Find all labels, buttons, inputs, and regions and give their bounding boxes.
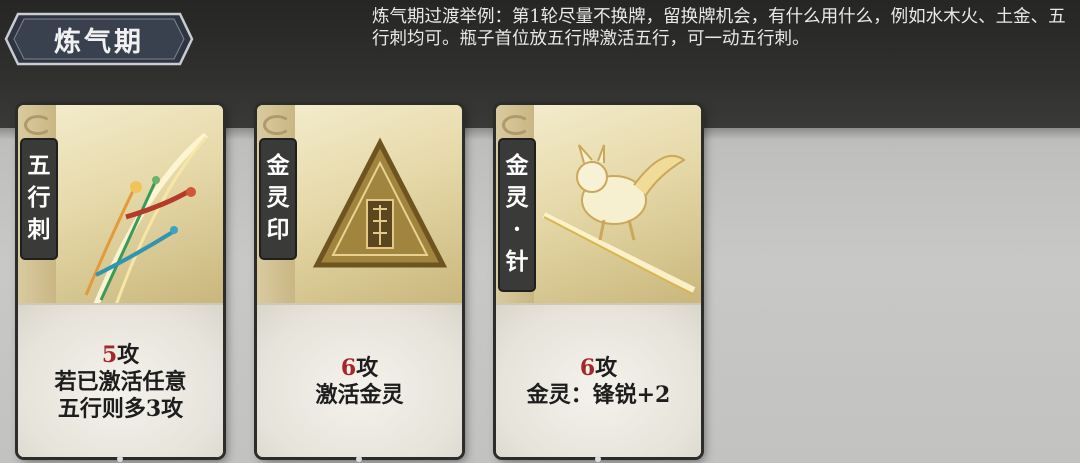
card-name-tag: 金 灵 印 — [261, 140, 295, 258]
card-attack: 6攻 — [340, 355, 379, 381]
golden-spirit-beast-icon — [542, 144, 696, 296]
card-effect-line: 若已激活任意 — [54, 368, 187, 395]
card-art: 金 灵 印 — [257, 105, 462, 310]
stage-title: 炼气期 — [54, 26, 144, 58]
card-attack: 5攻 — [101, 341, 140, 368]
card-wuxing-ci[interactable]: 五 行 刺 5攻 若已激活任意 五行则多3攻 — [18, 105, 223, 457]
card-indicator-dot — [117, 456, 123, 462]
card-effect-line: 五行则多3攻 — [57, 395, 184, 422]
card-indicator-dot — [595, 456, 601, 462]
card-name-tag: 五 行 刺 — [22, 140, 56, 258]
card-effect-panel: 6攻 激活金灵 — [257, 303, 462, 457]
stage-title-banner: 炼气期 — [4, 10, 194, 68]
strategy-description: 炼气期过渡举例：第1轮尽量不换牌，留换牌机会，有什么用什么，例如水木火、土金、五… — [372, 7, 1066, 49]
card-effect-line: 激活金灵 — [315, 382, 404, 408]
card-effect-panel: 6攻 金灵：锋锐+2 — [496, 303, 701, 457]
card-attack: 6攻 — [579, 355, 618, 381]
card-indicator-dot — [356, 456, 362, 462]
card-art: 五 行 刺 — [18, 105, 223, 310]
card-effect-line: 金灵：锋锐+2 — [526, 382, 671, 408]
golden-triangle-seal-icon — [312, 137, 448, 268]
card-jinling-zhen[interactable]: 金 灵 · 针 6攻 金灵：锋锐+2 — [496, 105, 701, 457]
card-jinling-yin[interactable]: 金 灵 印 6攻 激活金灵 — [257, 105, 462, 457]
card-effect-panel: 5攻 若已激活任意 五行则多3攻 — [18, 303, 223, 457]
card-name-tag: 金 灵 · 针 — [500, 140, 534, 290]
five-element-spikes-icon — [84, 132, 208, 307]
card-art: 金 灵 · 针 — [496, 105, 701, 310]
